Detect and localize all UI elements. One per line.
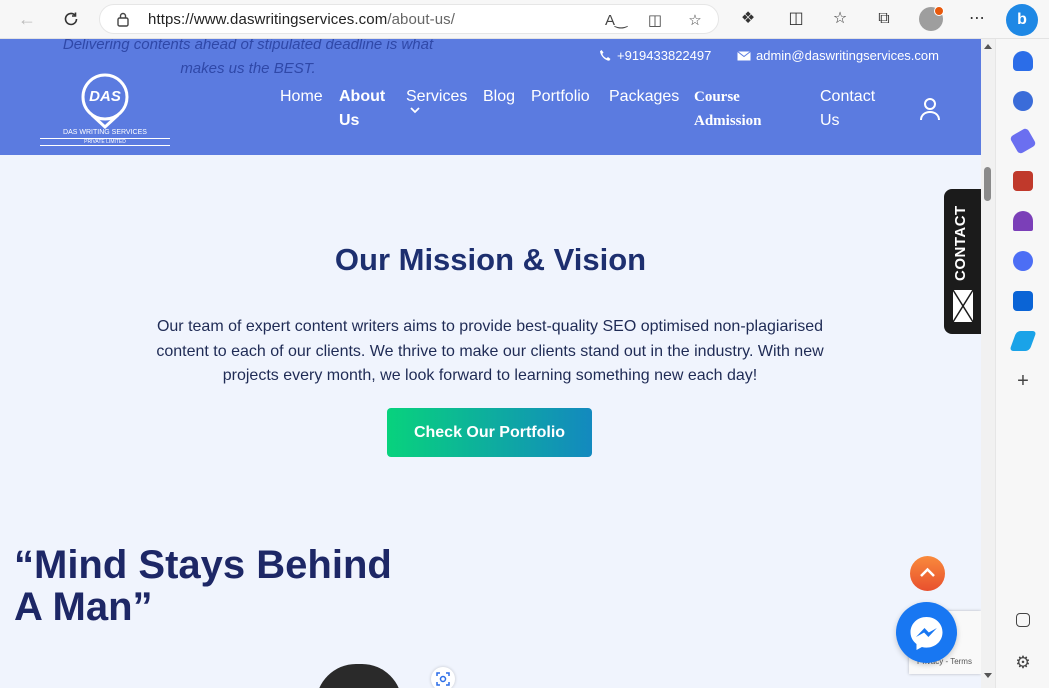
scroll-to-top-button[interactable] xyxy=(910,556,945,591)
nav-contact-us[interactable]: Contact Us xyxy=(820,85,875,133)
browser-sidebar: + ⚙ xyxy=(995,39,1049,688)
lock-icon xyxy=(117,12,129,27)
shopping-tag-icon[interactable] xyxy=(1009,127,1037,155)
scroll-down-icon[interactable] xyxy=(984,673,992,678)
mission-title: Our Mission & Vision xyxy=(334,242,647,277)
games-icon[interactable] xyxy=(1013,211,1033,231)
visual-search-icon[interactable] xyxy=(431,667,455,688)
collections-icon[interactable]: ⧉ xyxy=(873,8,895,30)
email-contact[interactable]: admin@daswritingservices.com xyxy=(737,48,939,63)
tools-briefcase-icon[interactable] xyxy=(1013,171,1033,191)
outlook-icon[interactable] xyxy=(1013,291,1033,311)
messenger-chat-button[interactable] xyxy=(896,602,957,663)
phone-contact[interactable]: +919433822497 xyxy=(599,48,711,63)
chevron-up-icon xyxy=(920,567,935,577)
favorite-star-icon[interactable]: ☆ xyxy=(685,11,705,29)
search-icon[interactable] xyxy=(1013,91,1033,111)
send-drop-icon[interactable] xyxy=(1009,331,1037,351)
check-portfolio-button[interactable]: Check Our Portfolio xyxy=(387,408,592,457)
chevron-down-icon[interactable] xyxy=(410,105,420,115)
split-screen-icon[interactable]: ◫ xyxy=(785,8,807,30)
mail-icon xyxy=(737,50,751,60)
web-page: Delivering contents ahead of stipulated … xyxy=(0,39,981,688)
quote-heading: “Mind Stays Behind A Man” xyxy=(14,543,392,629)
nav-blog[interactable]: Blog xyxy=(483,85,515,109)
nav-course-admission[interactable]: Course Admission xyxy=(694,85,762,133)
read-aloud-icon[interactable]: A‿ xyxy=(605,11,627,29)
profile-avatar[interactable] xyxy=(919,6,944,31)
messenger-icon xyxy=(910,617,943,650)
scroll-thumb[interactable] xyxy=(984,167,991,201)
extensions-icon[interactable]: ❖ xyxy=(737,8,759,30)
sidebar-toggle-icon[interactable] xyxy=(1016,613,1030,627)
address-bar[interactable]: https://www.daswritingservices.com/about… xyxy=(99,4,719,34)
mission-description: Our team of expert content writers aims … xyxy=(156,318,824,384)
site-header: Delivering contents ahead of stipulated … xyxy=(0,39,981,155)
nav-packages[interactable]: Packages xyxy=(609,85,679,109)
logo-subcaption: PRIVATE LIMITED xyxy=(40,138,170,146)
notification-bell-icon[interactable] xyxy=(1013,51,1033,71)
refresh-icon[interactable] xyxy=(58,6,84,32)
page-scrollbar[interactable] xyxy=(981,39,995,688)
contact-side-tab[interactable]: CONTACT xyxy=(944,189,981,334)
url-text: https://www.daswritingservices.com/about… xyxy=(148,11,456,28)
bing-icon[interactable]: b xyxy=(1006,4,1038,36)
logo-caption: DAS WRITING SERVICES xyxy=(63,129,147,136)
more-menu-icon[interactable]: ⋯ xyxy=(966,8,988,30)
user-account-icon[interactable] xyxy=(919,97,941,121)
browser-toolbar: ← https://www.daswritingservices.com/abo… xyxy=(0,0,1049,39)
scroll-up-icon[interactable] xyxy=(984,44,992,49)
nav-about-us[interactable]: About Us xyxy=(339,85,385,133)
favorites-icon[interactable]: ☆ xyxy=(829,8,851,30)
back-icon[interactable]: ← xyxy=(14,6,40,32)
nav-home[interactable]: Home xyxy=(280,85,323,109)
settings-gear-icon[interactable]: ⚙ xyxy=(1013,653,1033,673)
add-icon[interactable]: + xyxy=(1013,371,1033,391)
logo-monogram: DAS xyxy=(89,88,121,105)
nav-portfolio[interactable]: Portfolio xyxy=(531,85,590,109)
profile-photo xyxy=(316,664,402,688)
envelope-icon xyxy=(952,289,974,323)
immersive-reader-icon[interactable]: ◫ xyxy=(645,11,665,29)
phone-icon xyxy=(600,50,611,61)
contact-tab-label: CONTACT xyxy=(952,205,969,281)
copilot-icon[interactable] xyxy=(1013,251,1033,271)
